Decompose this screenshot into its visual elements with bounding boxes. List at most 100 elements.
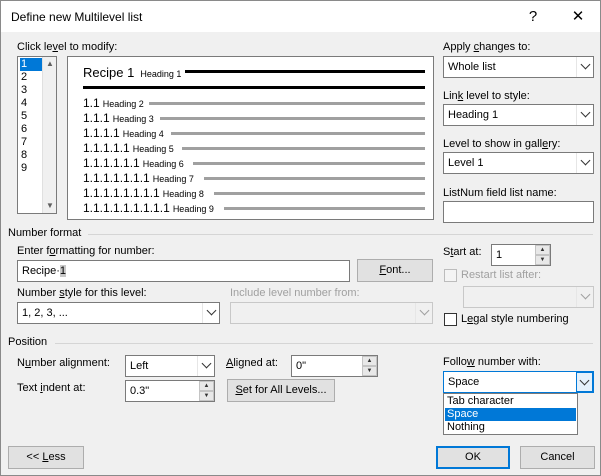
preview-number: 1.1.1.1.1.1 [83, 156, 140, 170]
level-item[interactable]: 8 [20, 149, 42, 162]
follow-number-combo[interactable]: Space [443, 371, 594, 393]
start-at-label: Start at: [443, 246, 482, 258]
preview-level-8: 1.1.1.1.1.1.1.1 Heading 8 [83, 186, 204, 200]
title-bar: Define new Multilevel list ? ✕ [1, 1, 600, 32]
apply-changes-combo[interactable]: Whole list [443, 56, 594, 78]
level-scrollbar[interactable]: ▲ ▼ [42, 57, 56, 213]
preview-number: 1.1.1 [83, 111, 110, 125]
level-listbox[interactable]: 1 2 3 4 5 6 7 8 9 ▲ ▼ [17, 56, 57, 214]
spin-down-icon[interactable]: ▼ [362, 366, 377, 376]
link-style-value: Heading 1 [448, 109, 499, 121]
preview-level-4: 1.1.1.1 Heading 4 [83, 126, 164, 140]
chevron-down-icon[interactable] [576, 57, 593, 77]
ok-button[interactable]: OK [436, 446, 510, 469]
number-format-input[interactable]: Recipe·1 [17, 260, 350, 282]
number-alignment-value: Left [130, 360, 149, 372]
preview-level-7: 1.1.1.1.1.1.1 Heading 7 [83, 171, 194, 185]
help-button[interactable]: ? [523, 7, 543, 27]
level-item[interactable]: 1 [20, 58, 42, 71]
chevron-down-icon[interactable] [576, 153, 593, 173]
level-label: Click level to modify: [17, 41, 118, 53]
preview-style-name: Heading 4 [122, 129, 164, 139]
spin-up-icon[interactable]: ▲ [362, 356, 377, 366]
enter-format-label: Enter formatting for number: [17, 245, 155, 257]
preview-line [214, 192, 425, 195]
less-button[interactable]: << Less [8, 446, 84, 469]
number-style-combo[interactable]: 1, 2, 3, ... [17, 302, 220, 324]
level-item[interactable]: 3 [20, 84, 42, 97]
chevron-down-icon[interactable] [202, 303, 219, 323]
number-style-label: Number style for this level: [17, 287, 147, 299]
spinner-buttons: ▲ ▼ [362, 356, 377, 376]
level-item[interactable]: 4 [20, 97, 42, 110]
level-item[interactable]: 2 [20, 71, 42, 84]
preview-style-name: Heading 8 [162, 189, 204, 199]
scroll-down-icon[interactable]: ▼ [43, 199, 57, 213]
restart-list-checkbox[interactable] [444, 269, 457, 282]
aligned-at-value: 0" [296, 360, 307, 372]
spin-down-icon[interactable]: ▼ [199, 391, 214, 401]
position-section: Position [8, 336, 48, 348]
preview-level-3: 1.1.1 Heading 3 [83, 111, 154, 125]
spinner-buttons: ▲ ▼ [199, 381, 214, 401]
preview-line [171, 132, 425, 135]
chevron-down-icon[interactable] [576, 105, 593, 125]
include-level-combo[interactable] [230, 302, 433, 324]
preview-line [83, 86, 425, 89]
spin-down-icon[interactable]: ▼ [535, 255, 550, 265]
text-indent-spinner[interactable]: 0.3" ▲ ▼ [125, 380, 215, 402]
chevron-down-icon[interactable] [576, 372, 593, 392]
preview-style-name: Heading 7 [152, 174, 194, 184]
level-item[interactable]: 5 [20, 110, 42, 123]
link-style-combo[interactable]: Heading 1 [443, 104, 594, 126]
spin-up-icon[interactable]: ▲ [535, 245, 550, 255]
level-item[interactable]: 7 [20, 136, 42, 149]
apply-changes-label: Apply changes to: [443, 41, 531, 53]
level-item[interactable]: 6 [20, 123, 42, 136]
chevron-down-icon[interactable] [197, 356, 214, 376]
preview-number: 1.1.1.1.1.1.1 [83, 171, 150, 185]
aligned-at-label: Aligned at: [226, 357, 278, 369]
scroll-up-icon[interactable]: ▲ [43, 57, 57, 71]
restart-list-label: Restart list after: [461, 269, 542, 281]
define-multilevel-list-dialog: Define new Multilevel list ? ✕ Click lev… [0, 0, 601, 476]
preview-number: 1.1.1.1.1.1.1.1 [83, 186, 160, 200]
restart-list-combo[interactable] [463, 286, 594, 308]
start-at-value: 1 [496, 249, 503, 261]
start-at-spinner[interactable]: 1 ▲ ▼ [491, 244, 551, 266]
preview-style-name: Heading 1 [140, 69, 182, 79]
spin-up-icon[interactable]: ▲ [199, 381, 214, 391]
preview-style-name: Heading 5 [132, 144, 174, 154]
preview-line [160, 117, 425, 120]
gallery-level-label: Level to show in gallery: [443, 138, 561, 150]
include-level-label: Include level number from: [230, 287, 360, 299]
chevron-down-icon[interactable] [415, 303, 432, 323]
dropdown-option[interactable]: Tab character [445, 395, 576, 408]
preview-number: 1.1 [83, 96, 100, 110]
chevron-down-icon[interactable] [576, 287, 593, 307]
close-button[interactable]: ✕ [568, 7, 588, 27]
number-format-text: Recipe·1 [22, 265, 67, 277]
level-item[interactable]: 9 [20, 162, 42, 175]
follow-number-value: Space [448, 376, 480, 388]
legal-style-label: Legal style numbering [461, 313, 569, 325]
listnum-label: ListNum field list name: [443, 187, 557, 199]
number-format-section: Number format [8, 227, 82, 239]
dropdown-option[interactable]: Space [445, 408, 576, 421]
listnum-input[interactable] [443, 201, 594, 223]
preview-line [224, 207, 425, 210]
section-divider [88, 234, 593, 235]
gallery-level-combo[interactable]: Level 1 [443, 152, 594, 174]
dropdown-option[interactable]: Nothing [445, 421, 576, 434]
follow-number-dropdown[interactable]: Tab character Space Nothing [443, 393, 578, 435]
font-button[interactable]: Font... [357, 259, 433, 282]
aligned-at-spinner[interactable]: 0" ▲ ▼ [291, 355, 378, 377]
number-alignment-combo[interactable]: Left [125, 355, 215, 377]
legal-style-checkbox[interactable] [444, 313, 457, 326]
apply-changes-value: Whole list [448, 61, 496, 73]
text-indent-label: Text indent at: [17, 382, 86, 394]
set-for-all-levels-button[interactable]: Set for All Levels... [227, 379, 335, 402]
format-prefix: Recipe [22, 265, 57, 277]
cancel-button[interactable]: Cancel [520, 446, 595, 469]
spinner-buttons: ▲ ▼ [535, 245, 550, 265]
